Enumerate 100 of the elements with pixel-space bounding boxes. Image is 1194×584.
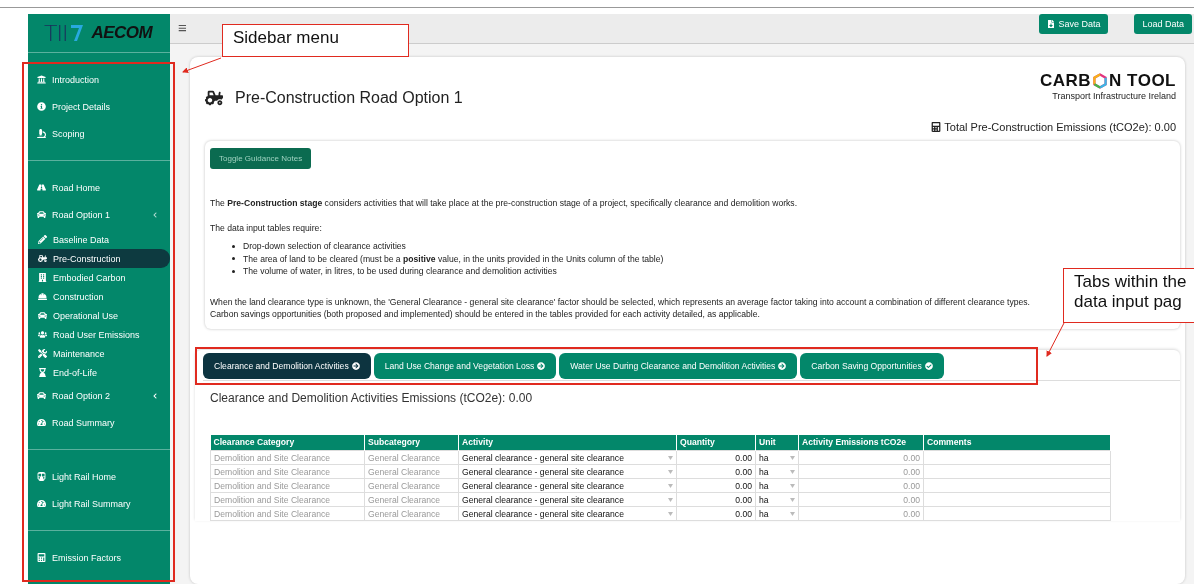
save-button[interactable]: Save Data [1039, 14, 1109, 34]
unit-dropdown[interactable]: ha [755, 506, 799, 521]
sidebar-item[interactable]: Light Rail Home [28, 463, 170, 490]
sidebar-item[interactable]: Project Details [28, 93, 170, 120]
quantity-input[interactable]: 0.00 [676, 492, 756, 507]
quantity-input[interactable]: 0.00 [676, 478, 756, 493]
caret-icon [790, 497, 795, 502]
sidebar-subitem[interactable]: Embodied Carbon [28, 268, 170, 287]
road-icon [37, 183, 46, 192]
total-emissions: Total Pre-Construction Emissions (tCO2e): 0.00 [944, 121, 1176, 133]
page-title: Pre-Construction Road Option 1 [235, 89, 463, 107]
activity-dropdown[interactable]: General clearance - general site clearance [458, 492, 677, 507]
guidance-bullet: The volume of water, in litres, to be used during clearance and demolition activities [243, 265, 557, 278]
callout-text: Sidebar menu [233, 28, 340, 48]
column-header: Subcategory [364, 434, 459, 451]
sidebar-item[interactable]: Scoping [28, 120, 170, 147]
hourglass-icon [38, 368, 47, 377]
table-cell: 0.00 [798, 492, 924, 507]
table-cell: General Clearance [364, 464, 459, 479]
table-cell: Demolition and Site Clearance [210, 478, 365, 493]
quantity-input[interactable]: 0.00 [676, 450, 756, 465]
sidebar-item[interactable]: Road Summary [28, 409, 170, 436]
sidebar-subitem[interactable]: Pre-Construction [28, 249, 170, 268]
sidebar-subitem[interactable]: Construction [28, 287, 170, 306]
tab[interactable]: Clearance and Demolition Activities [203, 352, 371, 379]
table-cell: General Clearance [364, 506, 459, 521]
sidebar-item[interactable]: Road Option 1 [28, 201, 170, 228]
unit-dropdown[interactable]: ha [755, 478, 799, 493]
logo-text: AECOM [91, 23, 153, 43]
bullet-icon [232, 244, 235, 248]
activity-dropdown[interactable]: General clearance - general site clearance [458, 450, 677, 465]
logo-mark-icon [71, 24, 84, 42]
table-cell: Demolition and Site Clearance [210, 492, 365, 507]
table-cell: Demolition and Site Clearance [210, 464, 365, 479]
brand-text: CARB [1039, 71, 1092, 91]
comment-input[interactable] [923, 464, 1111, 479]
table-cell: Demolition and Site Clearance [210, 450, 365, 465]
file-icon [1047, 20, 1056, 28]
sidebar-subitem[interactable]: End-of-Life [28, 363, 170, 382]
tools-icon [38, 349, 47, 358]
table-cell: 0.00 [798, 450, 924, 465]
unit-dropdown[interactable]: ha [755, 450, 799, 465]
comment-input[interactable] [923, 492, 1111, 507]
info-icon [37, 102, 46, 111]
activity-dropdown[interactable]: General clearance - general site clearance [458, 506, 677, 521]
column-header: Activity Emissions tCO2e [798, 434, 924, 451]
hard-hat-icon [38, 292, 47, 301]
tab[interactable]: Water Use During Clearance and Demolition Activities [559, 352, 798, 379]
caret-icon [668, 455, 673, 460]
sidebar-item[interactable]: Emission Factors [28, 544, 170, 571]
guidance-bullet: The area of land to be cleared (must be a positive value, in the units provided in the Units column of the table) [243, 252, 664, 265]
building-icon [38, 273, 47, 282]
calculator-icon [931, 122, 942, 132]
column-header: Activity [458, 434, 677, 451]
column-header: Quantity [676, 434, 756, 451]
guidance-text: The Pre-Construction stage considers activities that will take place at the pre-construction stage of a project, specifically clearance and demolition works. [210, 197, 798, 210]
brand-subtitle: Transport Infrastructure Ireland [1052, 91, 1176, 101]
train-icon [37, 472, 46, 481]
column-header: Comments [923, 434, 1111, 451]
table-cell: 0.00 [798, 464, 924, 479]
activity-dropdown[interactable]: General clearance - general site clearance [458, 464, 677, 479]
unit-dropdown[interactable]: ha [755, 492, 799, 507]
comment-input[interactable] [923, 478, 1111, 493]
car-icon [37, 391, 46, 400]
users-icon [38, 330, 47, 339]
unit-dropdown[interactable]: ha [755, 464, 799, 479]
table-cell: 0.00 [798, 506, 924, 521]
sidebar-subitem[interactable]: Operational Use [28, 306, 170, 325]
guidance-text: The data input tables require: [210, 221, 322, 234]
comment-input[interactable] [923, 506, 1111, 521]
comment-input[interactable] [923, 450, 1111, 465]
caret-icon [668, 469, 673, 474]
microscope-icon [37, 129, 46, 138]
table-cell: General Clearance [364, 492, 459, 507]
calculator-icon [37, 553, 46, 562]
table-cell: 0.00 [798, 478, 924, 493]
activity-dropdown[interactable]: General clearance - general site clearance [458, 478, 677, 493]
callout-text: data input pag [1074, 292, 1183, 312]
caret-icon [790, 455, 795, 460]
bullet-icon [232, 269, 235, 273]
sidebar-subitem[interactable]: Baseline Data [28, 230, 170, 249]
gauge-icon [37, 418, 46, 427]
sidebar-item[interactable]: Road Home [28, 174, 170, 201]
sidebar-subitem[interactable]: Road User Emissions [28, 325, 170, 344]
sidebar-item[interactable]: Road Option 2 [28, 382, 170, 409]
sidebar-item[interactable]: Introduction [28, 66, 170, 93]
car-icon [37, 210, 46, 219]
sidebar-item[interactable]: Light Rail Summary [28, 490, 170, 517]
column-header: Clearance Category [210, 434, 365, 451]
quantity-input[interactable]: 0.00 [676, 464, 756, 479]
caret-icon [790, 483, 795, 488]
guidance-text: When the land clearance type is unknown, the 'General Clearance - general site clearance' factor should be selected, which represents an average factor taking into account a combination of different clearance types. [210, 295, 1030, 308]
sidebar-subitem[interactable]: Maintenance [28, 344, 170, 363]
table-cell: Demolition and Site Clearance [210, 506, 365, 521]
tractor-icon [205, 89, 223, 107]
tab[interactable]: Carbon Saving Opportunities [800, 352, 944, 379]
quantity-input[interactable]: 0.00 [676, 506, 756, 521]
tab[interactable]: Land Use Change and Vegetation Loss [373, 352, 557, 379]
toggle-guidance-button[interactable]: Toggle Guidance Notes [210, 148, 312, 169]
load-button[interactable]: Load Data [1134, 14, 1192, 34]
